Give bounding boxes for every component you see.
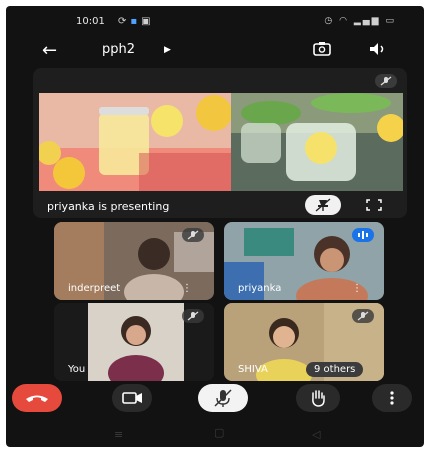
home-icon[interactable]: ▢ xyxy=(214,426,224,439)
mint-drink-photo xyxy=(231,93,403,191)
fullscreen-button[interactable] xyxy=(356,195,392,215)
mute-button[interactable] xyxy=(198,384,248,412)
camera-switch-icon[interactable] xyxy=(312,41,332,57)
participant-name: priyanka xyxy=(238,283,282,294)
kebab-icon[interactable]: ⋮ xyxy=(352,283,362,294)
app-icon: ▪ xyxy=(130,16,142,27)
participant-tile[interactable]: SHIVA 9 others xyxy=(224,303,384,381)
sync-icon: ⟳ xyxy=(118,16,131,27)
fullscreen-icon xyxy=(366,199,382,211)
video-icon xyxy=(122,392,142,404)
participant-name: SHIVA xyxy=(238,364,268,375)
notification-icon: ▣ xyxy=(141,16,155,27)
more-vertical-icon xyxy=(390,391,394,405)
status-left-icons: ⟳▪▣ xyxy=(118,16,155,27)
mic-off-icon xyxy=(182,309,204,323)
mic-off-icon xyxy=(214,389,232,407)
arrow-left-icon[interactable]: ← xyxy=(42,40,57,61)
battery-icon: ▭ xyxy=(385,16,396,26)
participant-tile[interactable]: priyanka ⋮ xyxy=(224,222,384,300)
status-bar: 10:01 ⟳▪▣ ◷ ◠ ▂▄▆ ▭ xyxy=(6,16,424,30)
more-options-button[interactable] xyxy=(372,384,412,412)
phone-screen: 10:01 ⟳▪▣ ◷ ◠ ▂▄▆ ▭ ← pph2 ▶ priyanka is… xyxy=(6,6,424,447)
others-badge[interactable]: 9 others xyxy=(306,362,364,377)
mic-off-icon xyxy=(375,74,397,88)
recents-icon[interactable]: ≡ xyxy=(114,428,123,441)
system-nav-bar: ≡ ▢ ◁ xyxy=(6,426,424,446)
participant-tile[interactable]: You xyxy=(54,303,214,381)
call-controls xyxy=(6,384,424,420)
hand-icon xyxy=(312,390,325,407)
signal-icon: ▂▄▆ xyxy=(353,16,381,26)
presenting-label: priyanka is presenting xyxy=(47,200,170,213)
end-call-button[interactable] xyxy=(12,384,62,412)
call-header: ← pph2 ▶ xyxy=(6,38,424,68)
status-right-icons: ◷ ◠ ▂▄▆ ▭ xyxy=(324,16,396,26)
mic-off-icon xyxy=(182,228,204,242)
status-time: 10:01 xyxy=(76,16,105,27)
lemonade-photo xyxy=(39,93,231,191)
speaker-icon[interactable] xyxy=(368,41,388,57)
speaking-icon xyxy=(352,228,374,242)
participant-name: You xyxy=(68,364,86,375)
back-nav-icon[interactable]: ◁ xyxy=(312,428,320,441)
raise-hand-button[interactable] xyxy=(296,384,340,412)
mic-off-icon xyxy=(352,309,374,323)
presentation-tile[interactable]: priyanka is presenting xyxy=(33,68,407,218)
pin-off-icon xyxy=(315,198,331,212)
kebab-icon[interactable]: ⋮ xyxy=(182,283,192,294)
caret-right-icon[interactable]: ▶ xyxy=(164,45,171,55)
video-toggle-button[interactable] xyxy=(112,384,152,412)
unpin-button[interactable] xyxy=(305,195,341,215)
wifi-icon: ◠ xyxy=(339,16,349,26)
end-call-icon xyxy=(26,395,48,402)
participant-tile[interactable]: inderpreet ⋮ xyxy=(54,222,214,300)
meeting-title[interactable]: pph2 xyxy=(102,42,135,57)
participant-name: inderpreet xyxy=(68,283,121,294)
alarm-icon: ◷ xyxy=(324,16,335,26)
